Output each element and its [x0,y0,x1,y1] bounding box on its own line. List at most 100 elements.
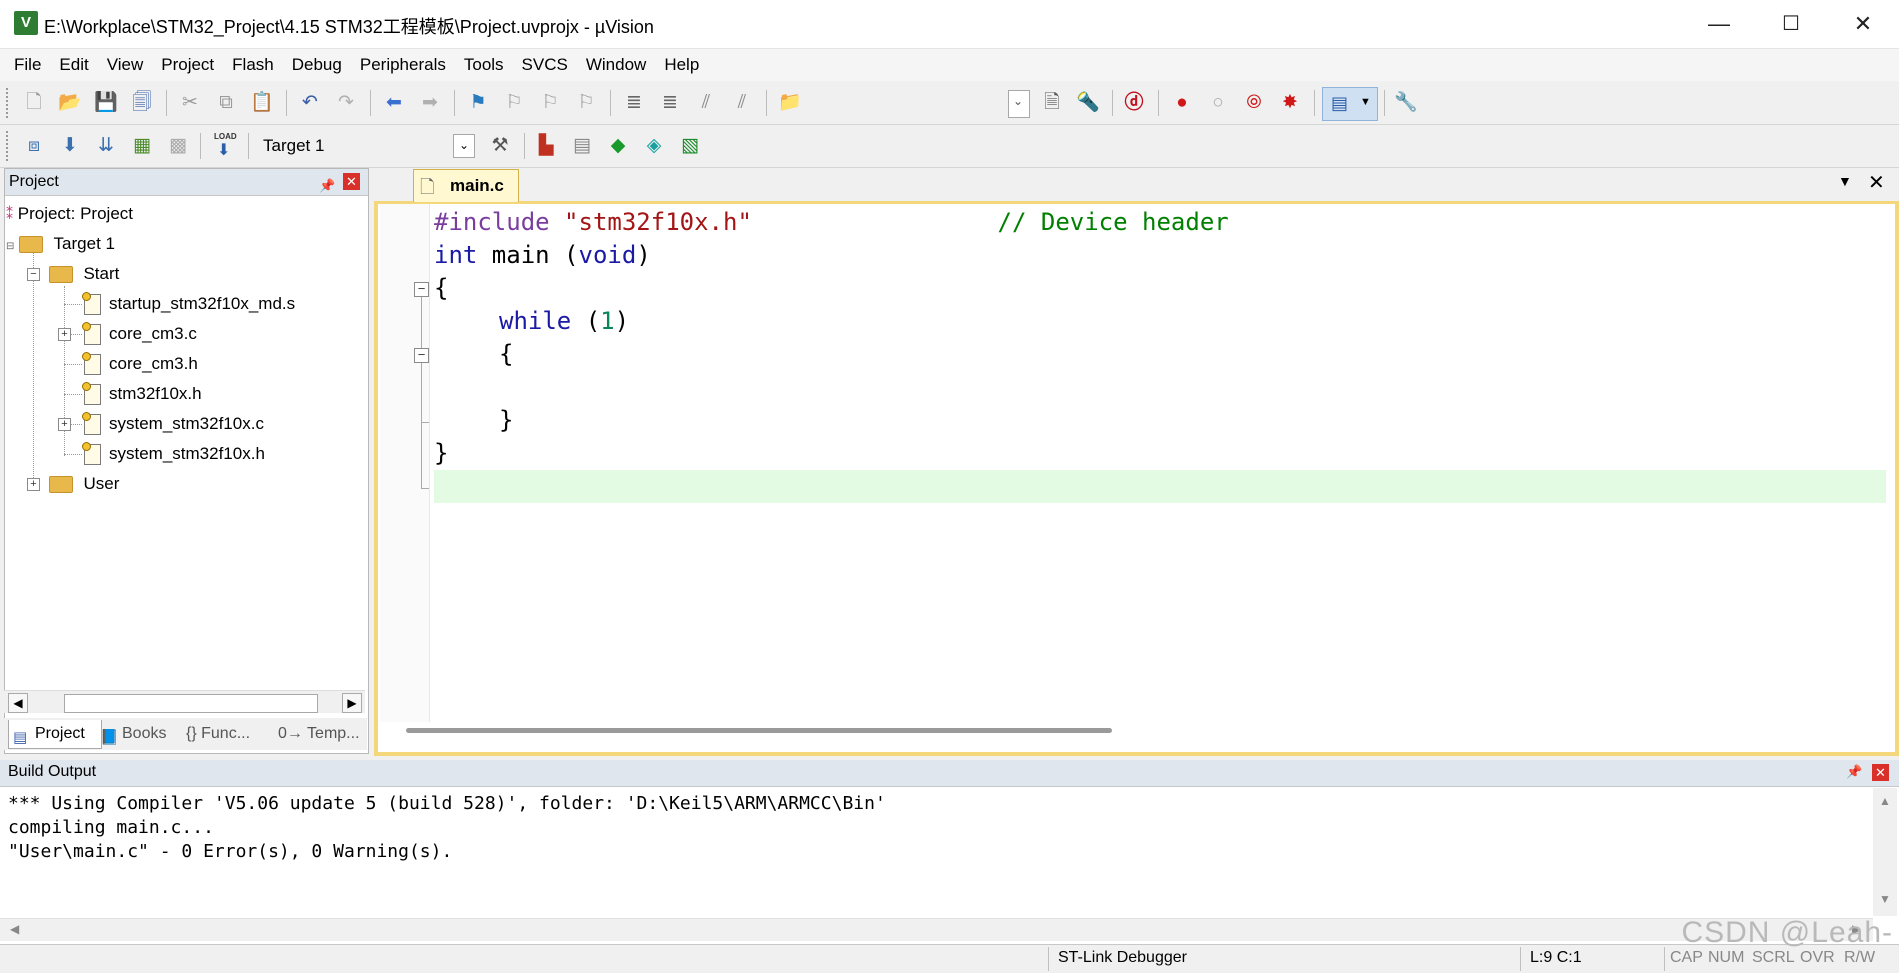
build-output-line: compiling main.c... [8,817,214,838]
menu-svcs[interactable]: SVCS [513,49,577,81]
debug-session-icon[interactable]: ⓓ [1122,91,1146,115]
download-button[interactable]: LOAD ⬇ [212,132,240,162]
pin-icon[interactable]: 📌 [1846,764,1862,780]
manage-run-time-environment-icon[interactable]: ◆ [606,134,630,158]
scroll-down-icon[interactable]: ▼ [1879,892,1891,906]
rebuild-icon[interactable]: ⇊ [94,134,118,158]
tab-list-dropdown-icon[interactable]: ▼ [1838,173,1852,189]
menu-peripherals[interactable]: Peripherals [351,49,455,81]
tree-item-target[interactable]: ⊟ Target 1 [6,231,115,257]
tree-item-file[interactable]: core_cm3.c [82,321,197,347]
disable-all-breakpoints-icon[interactable]: ⦾ [1242,91,1266,115]
tree-item-project-root[interactable]: ⁑ Project: Project [6,201,133,227]
menu-project[interactable]: Project [152,49,223,81]
expand-icon[interactable]: + [58,328,71,341]
new-file-icon[interactable]: 🗋 [22,91,46,115]
navigate-back-icon[interactable]: ⬅ [382,91,406,115]
scroll-right-icon[interactable]: ▶ [342,693,362,713]
editor-horizontal-scrollbar[interactable] [406,728,1112,733]
build-icon[interactable]: ⬇ [58,134,82,158]
fold-collapse-icon[interactable]: − [414,282,429,297]
collapse-icon[interactable]: − [27,268,40,282]
target-select[interactable]: Target 1 ⌄ [258,132,478,160]
manage-multiproject-icon[interactable]: ▤ [570,134,594,158]
fold-collapse-icon[interactable]: − [414,348,429,363]
close-editor-icon[interactable]: ✕ [1868,170,1885,195]
paste-icon[interactable]: 📋 [250,91,274,115]
open-file-icon[interactable]: 📂 [58,91,82,115]
batch-build-icon[interactable]: ▦ [130,134,154,158]
configure-wrench-icon[interactable]: 🔧 [1394,91,1418,115]
close-icon[interactable]: ✕ [343,173,360,190]
expand-icon[interactable]: + [58,418,71,431]
find-combobox[interactable]: ⌄ [1008,90,1030,118]
next-bookmark-icon[interactable]: ⚐ [538,91,562,115]
tab-main-c[interactable]: 🗋 main.c [413,169,519,202]
tab-project[interactable]: ▤ Project [8,720,102,749]
redo-icon[interactable]: ↷ [334,91,358,115]
translate-icon[interactable]: ⧈ [22,134,46,158]
undo-icon[interactable]: ↶ [298,91,322,115]
save-icon[interactable]: 💾 [94,91,118,115]
maximize-button[interactable]: ☐ [1755,0,1827,48]
menu-flash[interactable]: Flash [223,49,283,81]
menu-window[interactable]: Window [577,49,655,81]
find-in-files-icon[interactable]: 📁 [778,91,802,115]
menu-help[interactable]: Help [655,49,708,81]
project-horizontal-scrollbar[interactable]: ◀ ▶ [4,690,365,713]
pin-icon[interactable]: 📌 [319,173,335,199]
pack-installer-icon[interactable]: ▧ [678,134,702,158]
menu-debug[interactable]: Debug [283,49,351,81]
comment-icon[interactable]: ⫽ [694,91,718,115]
find-icon[interactable]: 🗎 [1040,91,1064,115]
target-options-icon[interactable]: ⚒ [488,134,512,158]
scroll-up-icon[interactable]: ▲ [1879,794,1891,808]
menu-edit[interactable]: Edit [50,49,97,81]
tree-item-file[interactable]: stm32f10x.h [82,381,202,407]
copy-icon[interactable]: ⧉ [214,91,238,115]
manage-project-items-icon[interactable]: ▙ [534,134,558,158]
disable-breakpoint-icon[interactable]: ○ [1206,91,1230,115]
scroll-left-icon[interactable]: ◀ [8,693,28,713]
tab-functions[interactable]: {} Func... [186,720,272,748]
window-layout-dropdown[interactable]: ▤ ▼ [1322,87,1378,121]
build-output-horizontal-scrollbar[interactable]: ◀ ▶ [0,918,1873,941]
close-icon[interactable]: ✕ [1872,764,1889,781]
tab-templates[interactable]: 0→ Temp... [278,720,364,748]
toolbar-grip[interactable] [6,88,11,118]
tree-item-file[interactable]: core_cm3.h [82,351,198,377]
clear-bookmarks-icon[interactable]: ⚐ [574,91,598,115]
menu-file[interactable]: File [5,49,50,81]
project-root-icon: ⁑ [6,206,13,222]
tree-item-group-user[interactable]: + User [27,471,119,497]
expand-icon[interactable]: + [27,478,40,492]
select-software-packs-icon[interactable]: ◈ [642,134,666,158]
close-button[interactable]: ✕ [1827,0,1899,48]
indent-icon[interactable]: ≣ [622,91,646,115]
uvision-app-icon[interactable]: V [14,11,38,35]
navigate-forward-icon[interactable]: ➡ [418,91,442,115]
build-output-vertical-scrollbar[interactable]: ▲ ▼ [1873,788,1897,916]
unindent-icon[interactable]: ≣ [658,91,682,115]
tree-item-file[interactable]: startup_stm32f10x_md.s [82,291,295,317]
tree-item-group-start[interactable]: − Start [27,261,119,287]
scroll-thumb[interactable] [64,694,318,713]
collapse-icon: ⊟ [6,241,15,252]
kill-all-breakpoints-icon[interactable]: ✸ [1278,91,1302,115]
menu-bar: File Edit View Project Flash Debug Peripherals… [0,49,1899,81]
toolbar-grip[interactable] [6,131,11,161]
minimize-button[interactable]: — [1683,0,1755,48]
menu-tools[interactable]: Tools [455,49,513,81]
cut-icon[interactable]: ✂ [178,91,202,115]
bookmark-icon[interactable]: ⚑ [466,91,490,115]
tree-item-file[interactable]: system_stm32f10x.c [82,411,264,437]
uncomment-icon[interactable]: ⫽ [730,91,754,115]
insert-breakpoint-icon[interactable]: ● [1170,91,1194,115]
save-all-icon[interactable]: 🗐 [130,91,154,115]
stop-build-icon[interactable]: ▩ [166,134,190,158]
tree-item-file[interactable]: system_stm32f10x.h [82,441,265,467]
menu-view[interactable]: View [98,49,153,81]
prev-bookmark-icon[interactable]: ⚐ [502,91,526,115]
incremental-find-icon[interactable]: 🔦 [1076,91,1100,115]
scroll-left-icon[interactable]: ◀ [10,922,19,936]
